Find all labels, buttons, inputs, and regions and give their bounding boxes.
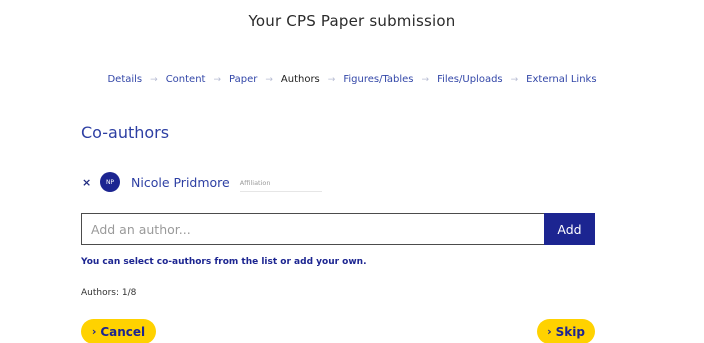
coauthor-row: × NP Nicole Pridmore Affiliation — [82, 170, 322, 194]
authors-count: Authors: 1/8 — [81, 288, 137, 298]
arrow-right-icon: → — [327, 74, 336, 85]
step-navigation: Details → Content → Paper → Authors → Fi… — [0, 58, 704, 96]
author-search-input[interactable] — [81, 213, 544, 245]
step-authors[interactable]: Authors — [280, 58, 320, 96]
cancel-button[interactable]: › Cancel — [81, 319, 156, 343]
page-title: Your CPS Paper submission — [248, 12, 456, 30]
coauthor-hint: You can select co-authors from the list … — [81, 257, 367, 267]
step-files-uploads[interactable]: Files/Uploads — [437, 74, 503, 85]
arrow-right-icon: → — [213, 74, 222, 85]
cancel-button-label: Cancel — [100, 324, 146, 339]
chevron-right-icon: › — [547, 325, 552, 338]
arrow-right-icon: → — [421, 74, 430, 85]
arrow-right-icon: → — [150, 74, 158, 85]
avatar: NP — [100, 172, 120, 192]
coauthor-name: Nicole Pridmore — [131, 174, 230, 190]
step-paper[interactable]: Paper — [229, 74, 257, 85]
add-author-button[interactable]: Add — [544, 213, 595, 245]
section-title: Co-authors — [81, 123, 170, 142]
affiliation-field[interactable]: Affiliation — [239, 173, 322, 192]
skip-button[interactable]: › Skip — [537, 319, 595, 343]
arrow-right-icon: → — [510, 74, 519, 85]
skip-button-label: Skip — [555, 324, 585, 339]
arrow-right-icon: → — [265, 74, 273, 85]
step-content[interactable]: Content — [166, 74, 206, 85]
remove-author-icon[interactable]: × — [82, 176, 96, 189]
add-author-form: Add — [81, 213, 595, 245]
step-external-links[interactable]: External Links — [526, 74, 596, 85]
step-figures-tables[interactable]: Figures/Tables — [343, 74, 413, 85]
chevron-right-icon: › — [91, 325, 97, 338]
step-authors-label: Authors — [280, 74, 320, 85]
step-details[interactable]: Details — [107, 74, 142, 85]
